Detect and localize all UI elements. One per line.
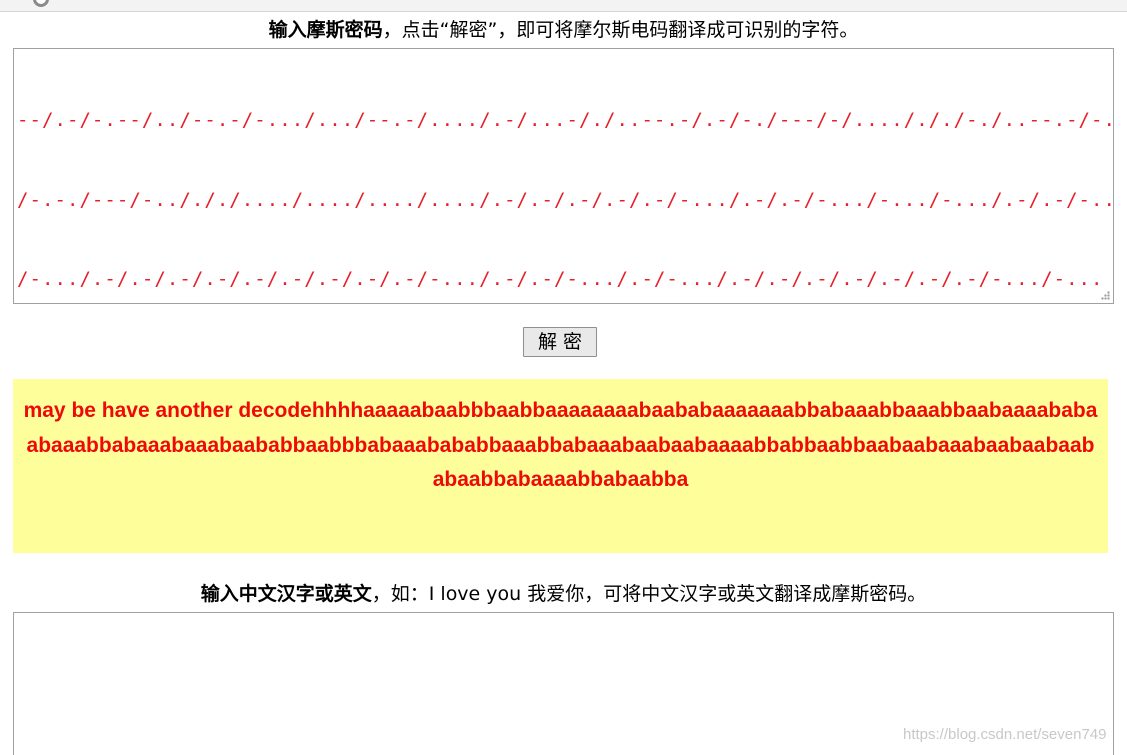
circle-icon [33,0,49,7]
text-instruction-rest: ，如：I love you 我爱你，可将中文汉字或英文翻译成摩斯密码。 [371,583,927,605]
decoded-result-panel: may be have another decodehhhhaaaaabaabb… [13,379,1108,553]
text-instruction: 输入中文汉字或英文，如：I love you 我爱你，可将中文汉字或英文翻译成摩… [0,582,1127,606]
decoded-result-text: may be have another decodehhhhaaaaabaabb… [23,399,1098,491]
browser-top-strip [0,0,1127,12]
morse-instruction-bold: 输入摩斯密码 [268,19,383,41]
text-instruction-bold: 输入中文汉字或英文 [200,583,372,605]
resize-grip-icon[interactable] [1101,291,1110,300]
morse-instruction: 输入摩斯密码，点击“解密”，即可将摩尔斯电码翻译成可识别的字符。 [0,18,1127,42]
morse-instruction-rest: ，点击“解密”，即可将摩尔斯电码翻译成可识别的字符。 [382,19,859,41]
morse-line: /-.-./---/-../././..../..../..../..../.-… [17,188,1114,211]
watermark-text: https://blog.csdn.net/seven749 [903,726,1107,743]
decrypt-button[interactable]: 解 密 [523,327,597,357]
morse-line: /-.../.-/.-/.-/.-/.-/.-/.-/.-/.-/-.../.-… [17,268,1104,290]
morse-line: --/.-/-.--/../--.-/-.../.../--.-/..../.-… [17,109,1114,131]
morse-input-textarea[interactable]: --/.-/-.--/../--.-/-.../.../--.-/..../.-… [13,48,1114,304]
